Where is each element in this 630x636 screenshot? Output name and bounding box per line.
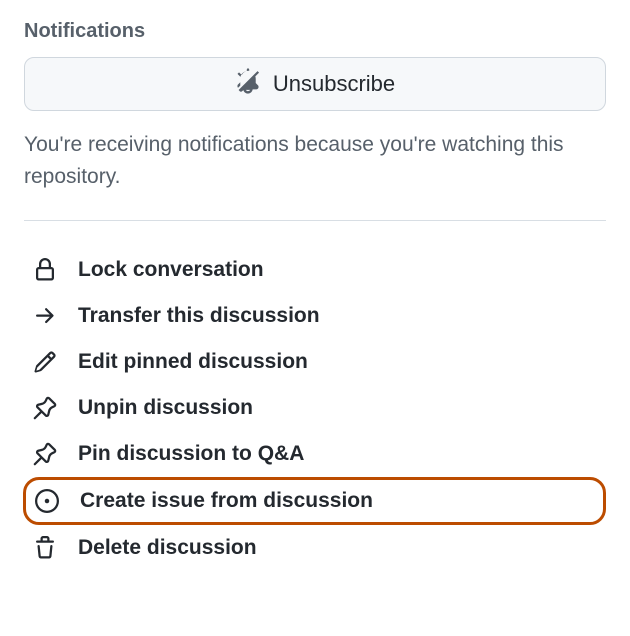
delete-discussion-action[interactable]: Delete discussion [24,525,606,571]
transfer-discussion-action[interactable]: Transfer this discussion [24,293,606,339]
arrow-right-icon [32,303,58,329]
pin-icon [32,441,58,467]
transfer-label: Transfer this discussion [78,304,320,328]
edit-pinned-label: Edit pinned discussion [78,350,308,374]
pin-qa-label: Pin discussion to Q&A [78,442,304,466]
create-issue-label: Create issue from discussion [80,489,373,513]
divider [24,220,606,221]
notifications-title: Notifications [24,20,606,43]
issue-opened-icon [34,488,60,514]
unpin-discussion-action[interactable]: Unpin discussion [24,385,606,431]
unsubscribe-button[interactable]: Unsubscribe [24,57,606,111]
pin-qa-action[interactable]: Pin discussion to Q&A [24,431,606,477]
pencil-icon [32,349,58,375]
notification-note: You're receiving notifications because y… [24,129,606,192]
create-issue-action[interactable]: Create issue from discussion [23,477,606,525]
delete-label: Delete discussion [78,536,257,560]
lock-icon [32,257,58,283]
action-list: Lock conversation Transfer this discussi… [24,247,606,571]
unpin-label: Unpin discussion [78,396,253,420]
unsubscribe-label: Unsubscribe [273,71,395,97]
bell-slash-icon [235,68,261,100]
trash-icon [32,535,58,561]
edit-pinned-action[interactable]: Edit pinned discussion [24,339,606,385]
lock-conversation-action[interactable]: Lock conversation [24,247,606,293]
lock-label: Lock conversation [78,258,264,282]
pin-icon [32,395,58,421]
